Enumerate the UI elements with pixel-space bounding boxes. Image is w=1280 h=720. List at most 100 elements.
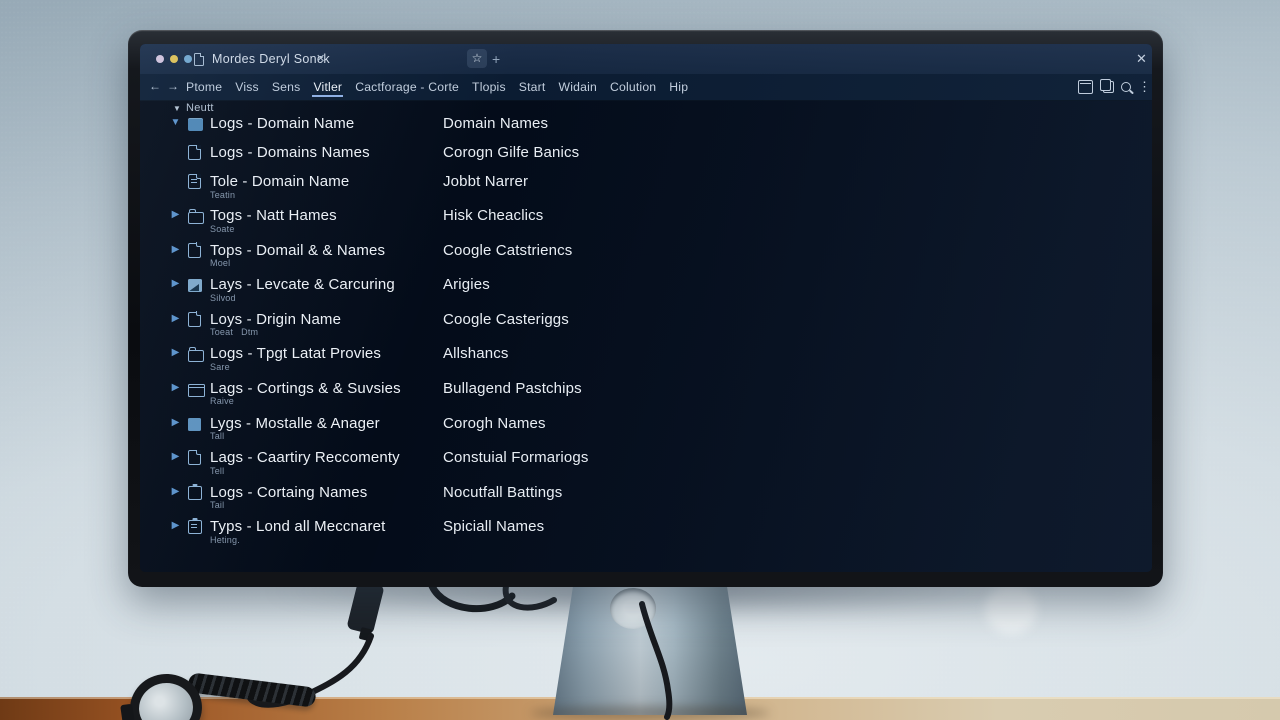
- expand-arrow-icon[interactable]: ▶: [169, 417, 182, 428]
- row-value: Allshancs: [443, 345, 509, 363]
- tree-row[interactable]: ▶ Typs - Lond all Meccnaret Heting. Spic…: [140, 517, 1152, 552]
- menu-item[interactable]: Ptome: [185, 77, 223, 97]
- expand-arrow-icon[interactable]: ▼: [169, 117, 182, 128]
- menu-action-icons: ⋮: [1078, 74, 1151, 100]
- watch-band: [187, 672, 317, 708]
- tab-close-icon[interactable]: ✕: [316, 52, 325, 65]
- file-fold-icon: [188, 449, 202, 466]
- row-value: Domain Names: [443, 115, 549, 132]
- wall-light-spot: [985, 584, 1037, 634]
- row-value: Corogn Gilfe Banics: [443, 144, 580, 161]
- row-sublabel: Sare: [210, 361, 230, 372]
- image-filled-icon: [188, 279, 202, 293]
- traffic-light-2[interactable]: [170, 55, 178, 63]
- menu-item[interactable]: Hip: [668, 77, 689, 97]
- tab-title[interactable]: Mordes Deryl Sonck: [212, 52, 330, 66]
- tree-row[interactable]: Tole - Domain Name Teatin Jobbt Narrer: [140, 172, 1152, 206]
- clipboard-lines-icon: [188, 520, 202, 535]
- tab-favicon-document-icon: [194, 53, 204, 66]
- root-label: Neutt: [186, 102, 214, 114]
- tree-row[interactable]: ▶ Lays - Levcate & Carcuring Silvod Arig…: [140, 275, 1152, 310]
- folder-icon: [188, 209, 204, 224]
- row-label: Typs - Lond all Meccnaret: [210, 518, 386, 536]
- row-value: Hisk Cheaclics: [443, 207, 544, 224]
- tree-list: ▼ Logs - Domain Name Domain Names Logs -…: [140, 114, 1152, 552]
- monitor-bezel: Mordes Deryl Sonck ✕ ☆ + ✕ ← → Ptome Viss…: [128, 30, 1163, 587]
- row-sublabel: Toeat Dtm: [210, 327, 259, 338]
- tree-row[interactable]: ▶ Togs - Natt Hames Soate Hisk Cheaclics: [140, 206, 1152, 241]
- menu-item[interactable]: Vitler: [312, 77, 344, 97]
- menu-item[interactable]: Tlopis: [471, 77, 507, 97]
- calendar-icon[interactable]: [1078, 80, 1093, 94]
- copy-icon[interactable]: [1100, 79, 1114, 93]
- tree-row[interactable]: ▶ Lags - Caartiry Reccomenty Tell Constu…: [140, 448, 1152, 483]
- folder-icon: [188, 347, 204, 363]
- expand-arrow-icon[interactable]: ▶: [169, 451, 182, 462]
- menu-item[interactable]: Colution: [609, 77, 657, 97]
- traffic-light-3[interactable]: [184, 55, 192, 63]
- tree-row[interactable]: ▶ Logs - Cortaing Names Tail Nocutfall B…: [140, 483, 1152, 518]
- row-label: Lygs - Mostalle & Anager: [210, 414, 380, 432]
- row-value: Arigies: [443, 276, 490, 294]
- row-value: Bullagend Pastchips: [443, 379, 582, 397]
- expand-arrow-icon[interactable]: ▶: [169, 313, 182, 324]
- row-sublabel: Moel: [210, 258, 231, 269]
- folder-filled-icon: [188, 118, 203, 131]
- bookmark-star-icon[interactable]: ☆: [467, 49, 487, 68]
- tree-row[interactable]: ▶ Tops - Domail & & Names Moel Coogle Ca…: [140, 241, 1152, 276]
- watch: [104, 658, 317, 720]
- expand-arrow-icon[interactable]: ▶: [169, 209, 182, 220]
- traffic-lights: [156, 55, 192, 63]
- stand-shadow: [530, 706, 770, 720]
- root-expand-arrow-icon[interactable]: ▼: [173, 104, 181, 113]
- traffic-light-1[interactable]: [156, 55, 164, 63]
- row-label: Logs - Cortaing Names: [210, 483, 368, 501]
- cable-hole: [610, 588, 656, 629]
- row-label: Lags - Caartiry Reccomenty: [210, 449, 400, 467]
- expand-arrow-icon[interactable]: ▶: [169, 486, 182, 497]
- row-value: Corogh Names: [443, 414, 546, 432]
- expand-arrow-icon[interactable]: ▶: [169, 347, 182, 358]
- back-arrow-icon[interactable]: ←: [149, 79, 161, 93]
- tree-row[interactable]: Logs - Domains Names Corogn Gilfe Banics: [140, 143, 1152, 172]
- row-sublabel: Teatin: [210, 189, 236, 200]
- tree-row[interactable]: ▼ Logs - Domain Name Domain Names: [140, 114, 1152, 143]
- expand-arrow-icon[interactable]: ▶: [169, 278, 182, 289]
- expand-arrow-icon[interactable]: ▶: [169, 244, 182, 255]
- menu-item[interactable]: Viss: [234, 77, 260, 97]
- row-label: Logs - Domains Names: [210, 144, 370, 161]
- row-value: Coogle Catstriencs: [443, 241, 573, 259]
- menu-item[interactable]: Sens: [271, 77, 302, 97]
- row-sublabel: Tail: [210, 500, 225, 511]
- tree-row[interactable]: ▶ Lygs - Mostalle & Anager Tall Corogh N…: [140, 414, 1152, 449]
- row-label: Loys - Drigin Name: [210, 310, 342, 328]
- file-lines-icon: [188, 173, 202, 189]
- row-sublabel: Heting.: [210, 534, 240, 545]
- menu-item[interactable]: Widain: [558, 77, 598, 97]
- tree-row[interactable]: ▶ Logs - Tpgt Latat Provies Sare Allshan…: [140, 344, 1152, 379]
- tab-bar: Mordes Deryl Sonck ✕ ☆ + ✕: [140, 44, 1152, 74]
- file-fold-icon: [188, 242, 202, 258]
- new-tab-plus-icon[interactable]: +: [492, 50, 500, 68]
- row-sublabel: Silvod: [210, 292, 236, 303]
- window-close-icon[interactable]: ✕: [1136, 51, 1147, 67]
- menu-bar: ← → Ptome Viss Sens Vitler Cactforage - Cort…: [140, 74, 1152, 101]
- rect-icon: [188, 383, 205, 397]
- tree-row[interactable]: ▶ Lags - Cortings & & Suvsies Raive Bull…: [140, 379, 1152, 414]
- row-label: Logs - Domain Name: [210, 115, 355, 132]
- expand-arrow-icon[interactable]: ▶: [169, 520, 182, 531]
- tree-row[interactable]: ▶ Loys - Drigin Name Toeat Dtm Coogle Ca…: [140, 310, 1152, 345]
- row-sublabel: Tall: [210, 431, 225, 442]
- search-icon[interactable]: [1121, 82, 1131, 92]
- more-menu-icon[interactable]: ⋮: [1138, 80, 1151, 93]
- expand-arrow-icon[interactable]: ▶: [169, 382, 182, 393]
- row-sublabel: Tell: [210, 465, 225, 476]
- row-value: Nocutfall Battings: [443, 483, 563, 501]
- menu-item[interactable]: Start: [518, 77, 547, 97]
- forward-arrow-icon[interactable]: →: [167, 79, 179, 93]
- row-value: Jobbt Narrer: [443, 173, 529, 190]
- row-label: Togs - Natt Hames: [210, 207, 337, 224]
- row-label: Lays - Levcate & Carcuring: [210, 276, 395, 294]
- file-icon: [188, 144, 202, 160]
- menu-item[interactable]: Cactforage - Corte: [354, 77, 460, 97]
